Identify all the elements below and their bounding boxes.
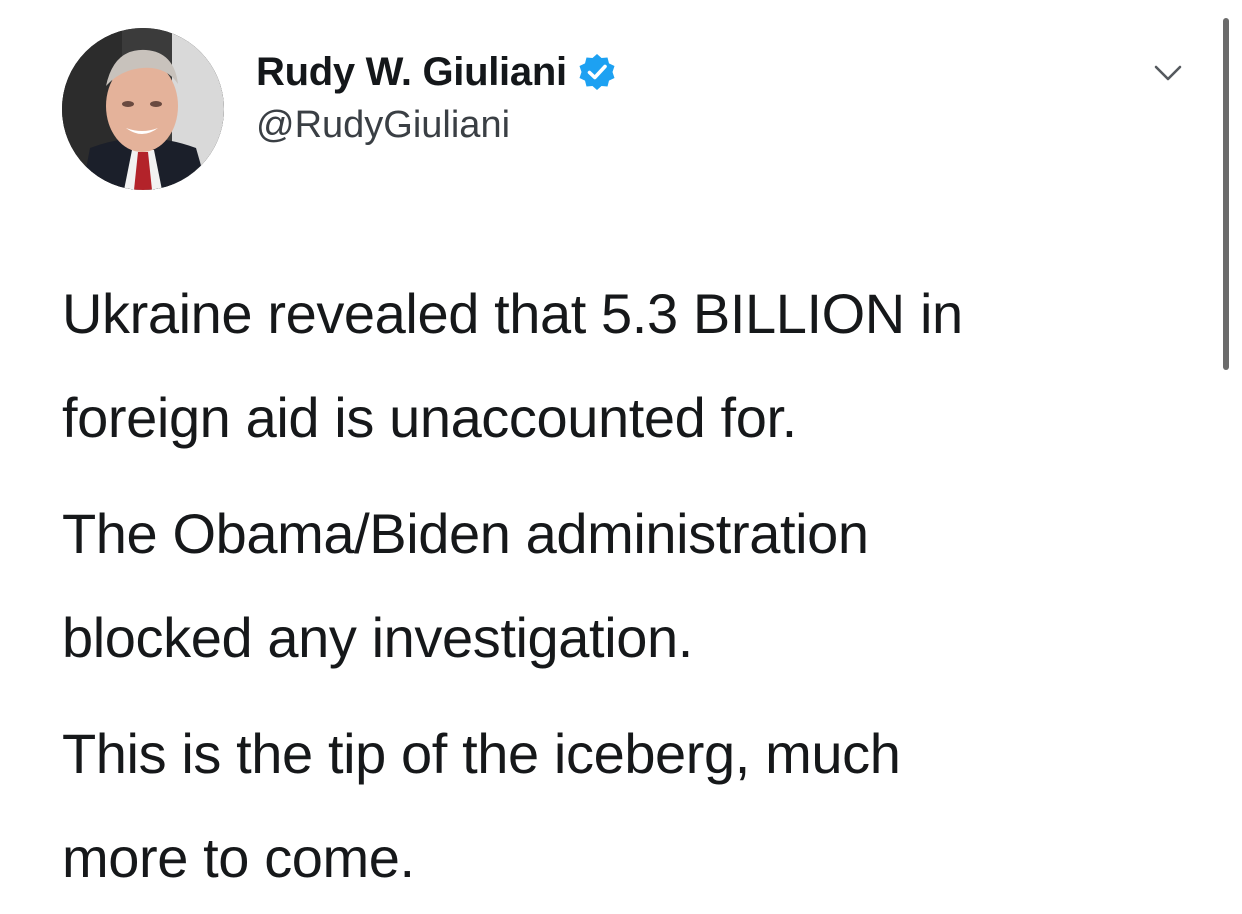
tweet-card: Rudy W. Giuliani @RudyGiuliani Ukraine r… [0, 0, 1242, 914]
tweet-paragraph: This is the tip of the iceberg, much mor… [62, 702, 1182, 910]
tweet-line: The Obama/Biden administration [62, 502, 869, 565]
verified-badge-icon [577, 52, 617, 92]
tweet-paragraph: The Obama/Biden administration blocked a… [62, 482, 1182, 690]
tweet-line: foreign aid is unaccounted for. [62, 386, 797, 449]
scrollbar[interactable] [1223, 18, 1229, 370]
name-row: Rudy W. Giuliani [256, 46, 617, 98]
tweet-line: blocked any investigation. [62, 606, 693, 669]
author-block: Rudy W. Giuliani @RudyGiuliani [256, 46, 617, 147]
avatar[interactable] [62, 28, 224, 190]
tweet-text: Ukraine revealed that 5.3 BILLION in for… [62, 262, 1182, 910]
tweet-line: Ukraine revealed that 5.3 BILLION in [62, 282, 963, 345]
tweet-line: This is the tip of the iceberg, much [62, 722, 901, 785]
chevron-down-icon[interactable] [1150, 60, 1186, 86]
handle[interactable]: @RudyGiuliani [256, 104, 617, 147]
avatar-image [62, 28, 224, 190]
tweet-paragraph: Ukraine revealed that 5.3 BILLION in for… [62, 262, 1182, 470]
display-name[interactable]: Rudy W. Giuliani [256, 50, 567, 95]
tweet-line: more to come. [62, 826, 415, 889]
